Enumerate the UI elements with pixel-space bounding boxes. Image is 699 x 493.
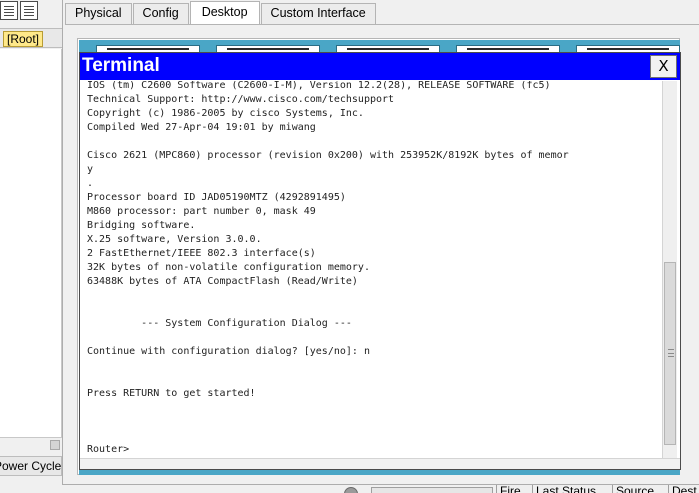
workspace-horizontal-scrollbar[interactable] [0,437,62,451]
terminal-line: IOS (tm) C2600 Software (C2600-I-M), Ver… [87,81,551,91]
device-tabs: Physical Config Desktop Custom Interface [65,1,377,25]
terminal-line: Copyright (c) 1986-2005 by cisco Systems… [87,108,364,119]
scrollbar-thumb[interactable] [664,262,676,445]
document-icon[interactable] [0,1,18,20]
scenario-selector[interactable] [371,487,493,493]
tab-physical[interactable]: Physical [65,3,132,24]
terminal-line: X.25 software, Version 3.0.0. [87,234,262,245]
tab-config[interactable]: Config [132,3,189,24]
workspace-canvas[interactable] [0,49,62,437]
terminal-line: 32K bytes of non-volatile configuration … [87,262,370,273]
terminal-line: --- System Configuration Dialog --- [87,318,352,329]
terminal-line: Cisco 2621 (MPC860) processor (revision … [87,150,569,161]
root-label[interactable]: [Root] [3,31,44,47]
terminal-line: Continue with configuration dialog? [yes… [87,346,370,357]
close-button[interactable]: X [650,55,677,78]
background-app-panel: [Root] Power Cycle Devices [0,0,62,493]
workspace-path-bar: [Root] [0,28,62,48]
close-icon: X [658,57,669,75]
grip-icon [668,349,674,357]
terminal-line: M860 processor: part number 0, mask 49 [87,206,316,217]
terminal-line: 63488K bytes of ATA CompactFlash (Read/W… [87,276,358,287]
terminal-line: Processor board ID JAD05190MTZ (42928914… [87,192,346,203]
terminal-line: Compiled Wed 27-Apr-04 19:01 by miwang [87,122,316,133]
terminal-window: Terminal X IOS (tm) C2600 Software (C260… [79,52,681,470]
tab-desktop[interactable]: Desktop [189,1,260,24]
terminal-line: Router> [87,444,130,455]
terminal-line: y [87,164,94,175]
terminal-text: IOS (tm) C2600 Software (C2600-I-M), Ver… [87,81,662,457]
column-header-fire[interactable]: Fire [496,485,532,493]
terminal-line: Technical Support: http://www.cisco.com/… [87,94,395,105]
terminal-titlebar[interactable]: Terminal X [80,53,680,80]
terminal-line: . [87,178,94,189]
column-header-dest[interactable]: Dest [668,485,699,493]
terminal-output[interactable]: IOS (tm) C2600 Software (C2600-I-M), Ver… [82,81,662,457]
terminal-line: Press RETURN to get started! [87,388,256,399]
terminal-vertical-scrollbar[interactable] [662,81,677,458]
power-cycle-button[interactable]: Power Cycle Devices [0,456,62,476]
tab-divider [65,24,699,25]
power-cycle-label: Power Cycle Devices [0,459,62,473]
terminal-line: Bridging software. [87,220,196,231]
terminal-line: 2 FastEthernet/IEEE 802.3 interface(s) [87,248,316,259]
terminal-title: Terminal [82,55,160,76]
column-header-source[interactable]: Source [612,485,668,493]
column-header-last-status[interactable]: Last Status [532,485,612,493]
document-list-icon[interactable] [20,1,38,20]
terminal-bottom-edge [80,458,680,469]
scrollbar-thumb[interactable] [50,440,60,450]
background-toolbar [0,0,62,22]
tab-custom-interface[interactable]: Custom Interface [260,3,376,24]
